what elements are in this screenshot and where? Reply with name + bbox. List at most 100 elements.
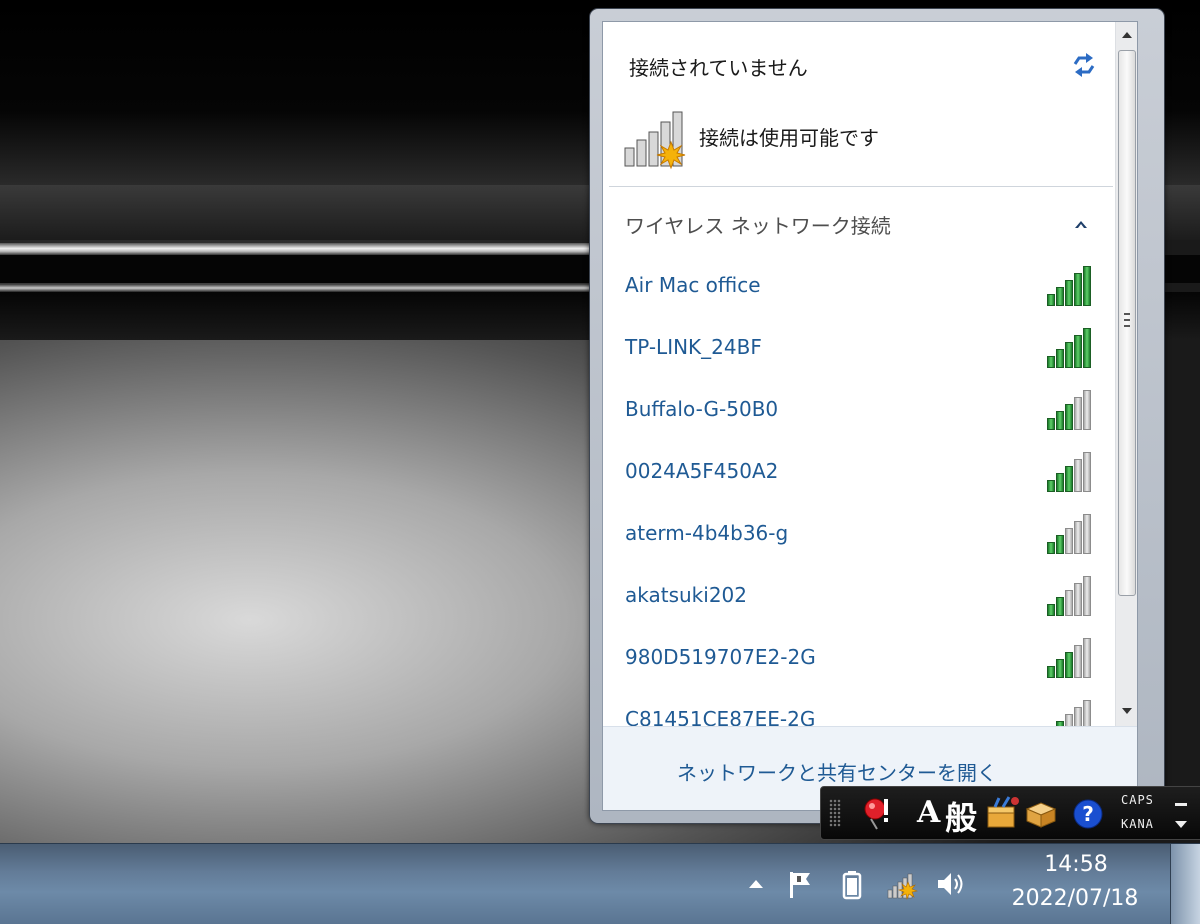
signal-strength-icon [1045, 390, 1093, 432]
caps-indicator: CAPS [1121, 793, 1154, 807]
flyout-content: 接続されていません 接続は使用可能です ワイヤレス ネットワーク接続 Air M… [602, 21, 1138, 811]
signal-bar [1047, 356, 1055, 368]
signal-strength-icon [1045, 514, 1093, 556]
battery-icon[interactable] [836, 868, 868, 900]
clock-time[interactable]: 14:58 [1016, 852, 1136, 877]
signal-bar [1056, 535, 1064, 554]
network-list: Air Mac office TP-LINK_24BF Buffalo-G-50B0… [603, 260, 1113, 726]
signal-strength-icon [1045, 638, 1093, 680]
signal-bar [1083, 514, 1091, 554]
signal-bar [1056, 287, 1064, 306]
signal-strength-icon [1045, 266, 1093, 308]
signal-bar [1083, 390, 1091, 430]
signal-bar [1074, 707, 1082, 726]
network-name: Air Mac office [625, 273, 761, 297]
signal-bar [1047, 418, 1055, 430]
action-center-flag-icon[interactable] [784, 868, 816, 900]
network-item[interactable]: Buffalo-G-50B0 [613, 384, 1103, 440]
signal-bar [1083, 328, 1091, 368]
network-flyout: 接続されていません 接続は使用可能です ワイヤレス ネットワーク接続 Air M… [589, 8, 1165, 824]
signal-bar [1056, 597, 1064, 616]
scroll-down-arrow-icon[interactable] [1116, 698, 1138, 724]
network-item[interactable]: aterm-4b4b36-g [613, 508, 1103, 564]
signal-bar [1065, 652, 1073, 678]
thumb-grip [1124, 325, 1130, 327]
signal-bar [1047, 542, 1055, 554]
signal-bar [1056, 411, 1064, 430]
signal-bar [1065, 466, 1073, 492]
kana-indicator: KANA [1121, 817, 1154, 831]
ime-options-arrow-icon[interactable] [1175, 821, 1187, 828]
show-hidden-icons[interactable] [740, 868, 772, 900]
thumb-grip [1124, 319, 1130, 321]
signal-bar [1074, 645, 1082, 678]
signal-bar [1083, 576, 1091, 616]
signal-bar [1056, 473, 1064, 492]
svg-text:?: ? [1082, 802, 1094, 826]
clock-date[interactable]: 2022/07/18 [1000, 886, 1150, 911]
signal-bar [1047, 480, 1055, 492]
signal-bar [1047, 666, 1055, 678]
ime-dictionary-icon[interactable] [1023, 795, 1059, 831]
open-network-center-link[interactable]: ネットワークと共有センターを開く [677, 757, 997, 786]
signal-bar [1074, 583, 1082, 616]
wireless-section-label: ワイヤレス ネットワーク接続 [625, 214, 891, 238]
ime-minimize-button[interactable] [1175, 803, 1187, 806]
collapse-chevron-icon[interactable] [1073, 218, 1089, 230]
network-item[interactable]: Air Mac office [613, 260, 1103, 316]
signal-bar [1065, 528, 1073, 554]
signal-bar [1065, 404, 1073, 430]
signal-bar [1065, 714, 1073, 726]
network-name: akatsuki202 [625, 583, 747, 607]
wallpaper-streak [0, 243, 590, 255]
network-name: TP-LINK_24BF [625, 335, 762, 359]
network-name: 980D519707E2-2G [625, 645, 816, 669]
ime-input-mode[interactable]: A [917, 795, 940, 830]
wallpaper-streak [0, 284, 590, 292]
ime-pad-icon[interactable] [859, 795, 895, 831]
signal-bar [1074, 335, 1082, 368]
signal-strength-icon [1045, 576, 1093, 618]
signal-bar [1074, 459, 1082, 492]
show-desktop-button[interactable] [1170, 844, 1200, 924]
scroll-thumb[interactable] [1118, 50, 1136, 596]
network-icon[interactable] [886, 868, 918, 900]
network-name: 0024A5F450A2 [625, 459, 779, 483]
signal-strength-icon [1045, 452, 1093, 494]
signal-bar [1047, 604, 1055, 616]
connection-title: 接続されていません [629, 56, 808, 80]
volume-icon[interactable] [934, 868, 966, 900]
network-item[interactable]: TP-LINK_24BF [613, 322, 1103, 378]
ime-conversion-mode[interactable]: 般 [945, 793, 977, 839]
thumb-grip [1124, 313, 1130, 315]
help-icon[interactable]: ? [1071, 795, 1105, 831]
network-item[interactable]: akatsuki202 [613, 570, 1103, 626]
ime-tools-icon[interactable] [985, 795, 1021, 831]
network-item[interactable]: 0024A5F450A2 [613, 446, 1103, 502]
signal-bar [1074, 521, 1082, 554]
signal-strength-icon [1045, 328, 1093, 370]
scroll-up-arrow-icon[interactable] [1116, 22, 1138, 48]
signal-bar [1065, 342, 1073, 368]
signal-bar [1065, 590, 1073, 616]
network-name: aterm-4b4b36-g [625, 521, 789, 545]
wifi-available-icon [624, 111, 686, 170]
connection-status: 接続は使用可能です [699, 126, 879, 150]
network-item[interactable]: 980D519707E2-2G [613, 632, 1103, 688]
signal-strength-icon [1045, 700, 1093, 726]
separator [609, 186, 1113, 187]
signal-bar [1074, 397, 1082, 430]
network-item[interactable]: C81451CE87EE-2G [613, 694, 1103, 726]
signal-bar [1056, 349, 1064, 368]
taskbar: 14:58 2022/07/18 [0, 843, 1200, 924]
signal-bar [1056, 659, 1064, 678]
scrollbar[interactable] [1115, 22, 1138, 726]
signal-bar [1047, 294, 1055, 306]
refresh-icon[interactable] [1069, 50, 1099, 80]
signal-bar [1083, 266, 1091, 306]
ime-language-bar: A 般 ? CAPS KANA [820, 786, 1200, 840]
signal-bar [1083, 700, 1091, 726]
network-name: Buffalo-G-50B0 [625, 397, 779, 421]
signal-bar [1065, 280, 1073, 306]
ime-drag-handle[interactable] [829, 799, 841, 827]
